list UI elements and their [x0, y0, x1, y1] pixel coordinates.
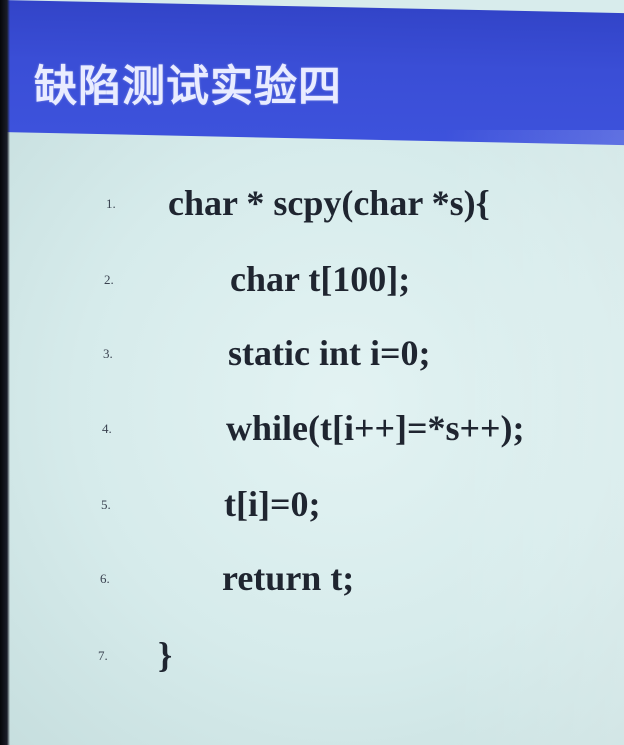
code-line-2: 2. char t[100]; — [0, 259, 624, 321]
code-line-4: 4. while(t[i++]=*s++); — [0, 408, 624, 470]
line-number: 2. — [104, 272, 114, 287]
code-text: char * scpy(char *s){ — [168, 183, 490, 223]
code-text: while(t[i++]=*s++); — [226, 408, 525, 448]
code-line-3: 3. static int i=0; — [0, 333, 624, 395]
slide-photo: 缺陷测试实验四 1. char * scpy(char *s){ 2. char… — [0, 0, 624, 745]
code-line-7: 7. } — [0, 635, 624, 697]
screen-bezel — [0, 0, 10, 745]
line-number: 3. — [103, 346, 113, 361]
line-number: 7. — [98, 648, 108, 663]
code-text: return t; — [222, 558, 355, 598]
line-number: 5. — [101, 497, 111, 512]
code-line-1: 1. char * scpy(char *s){ — [0, 183, 624, 245]
line-number: 4. — [102, 421, 112, 436]
code-text: char t[100]; — [230, 259, 411, 299]
slide-title: 缺陷测试实验四 — [34, 62, 342, 112]
code-line-5: 5. t[i]=0; — [0, 484, 624, 546]
code-text: static int i=0; — [228, 333, 431, 373]
code-line-6: 6. return t; — [0, 558, 624, 620]
code-text: t[i]=0; — [224, 484, 321, 524]
line-number: 6. — [100, 571, 110, 586]
code-text: } — [158, 635, 173, 675]
line-number: 1. — [106, 196, 116, 211]
